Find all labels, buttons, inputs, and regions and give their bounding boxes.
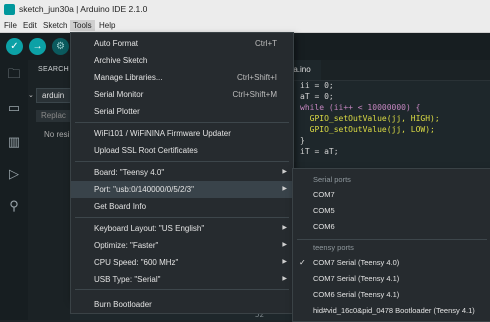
activity-bar: 🗀 ▭ ▥ ▷ ⚲ <box>0 60 28 320</box>
chevron-right-icon: ▶ <box>282 169 287 175</box>
verify-button[interactable]: ✓ <box>6 38 23 55</box>
port-label: COM6 <box>313 222 335 231</box>
port-label: hid#vid_16c0&pid_0478 Bootloader (Teensy… <box>313 306 475 315</box>
menu-edit[interactable]: Edit <box>20 20 40 31</box>
menu-item-label: Upload SSL Root Certificates <box>94 146 198 155</box>
menu-separator <box>75 217 289 218</box>
title-bar: sketch_jun30a | Arduino IDE 2.1.0 <box>0 0 490 19</box>
serial-ports-header: Serial ports <box>313 175 351 184</box>
window-title: sketch_jun30a | Arduino IDE 2.1.0 <box>19 4 148 14</box>
chevron-right-icon: ▶ <box>282 242 287 248</box>
code-line: iT = aT; <box>300 147 339 156</box>
menu-item-manage-libraries[interactable]: Manage Libraries... Ctrl+Shift+I <box>71 69 293 86</box>
port-item-teensy41-com6[interactable]: COM6 Serial (Teensy 4.1) <box>293 287 490 303</box>
library-icon[interactable]: ▥ <box>6 134 22 150</box>
menu-sketch[interactable]: Sketch <box>40 20 70 31</box>
panel-header: SEARCH <box>38 66 69 73</box>
code-line: GPIO_setOutValue(jj, HIGH); <box>300 114 440 123</box>
menu-help[interactable]: Help <box>96 20 118 31</box>
port-item-teensy41-com7[interactable]: COM7 Serial (Teensy 4.1) <box>293 271 490 287</box>
port-submenu: Serial ports COM7 COM5 COM6 teensy ports… <box>292 168 490 322</box>
debug-button[interactable]: ⚙ <box>52 38 69 55</box>
board-manager-icon[interactable]: ▭ <box>6 100 22 116</box>
port-item-com6[interactable]: COM6 <box>293 219 490 235</box>
menu-separator <box>297 239 487 240</box>
menu-separator <box>75 161 289 162</box>
menu-item-firmware-updater[interactable]: WiFi101 / WiFiNINA Firmware Updater <box>71 125 293 142</box>
menu-item-label: Manage Libraries... <box>94 73 163 82</box>
menu-item-label: USB Type: "Serial" <box>94 275 161 284</box>
menu-item-serial-monitor[interactable]: Serial Monitor Ctrl+Shift+M <box>71 86 293 103</box>
debug-icon[interactable]: ▷ <box>6 166 22 182</box>
menu-item-label: WiFi101 / WiFiNINA Firmware Updater <box>94 129 231 138</box>
menu-item-archive-sketch[interactable]: Archive Sketch <box>71 52 293 69</box>
code-line: while (ii++ < 10000000) { <box>300 103 421 112</box>
menu-item-label: Serial Monitor <box>94 90 144 99</box>
menu-item-auto-format[interactable]: Auto Format Ctrl+T <box>71 35 293 52</box>
no-results-text: No resi <box>44 130 70 139</box>
port-item-bootloader[interactable]: hid#vid_16c0&pid_0478 Bootloader (Teensy… <box>293 303 490 319</box>
code-line: ii = 0; <box>300 81 334 90</box>
chevron-right-icon: ▶ <box>282 259 287 265</box>
menu-tools[interactable]: Tools <box>70 20 95 31</box>
port-label: COM7 Serial (Teensy 4.0) <box>313 258 400 267</box>
tools-menu: Auto Format Ctrl+T Archive Sketch Manage… <box>70 32 294 299</box>
chevron-right-icon: ▶ <box>282 186 287 192</box>
chevron-right-icon: ▶ <box>282 225 287 231</box>
menu-item-label: Port: "usb:0/140000/0/5/2/3" <box>94 185 194 194</box>
menu-file[interactable]: File <box>1 20 20 31</box>
menu-item-cpu-speed[interactable]: CPU Speed: "600 MHz" ▶ <box>71 254 293 271</box>
folder-icon[interactable]: 🗀 <box>6 66 22 82</box>
menu-item-label: Burn Bootloader <box>94 300 152 309</box>
code-line: } <box>300 136 305 145</box>
menu-item-serial-plotter[interactable]: Serial Plotter <box>71 103 293 120</box>
menu-separator <box>75 289 289 290</box>
search-panel: SEARCH ⌄ arduin Replac No resi <box>28 60 103 320</box>
menu-item-burn-bootloader[interactable]: Burn Bootloader <box>70 296 294 314</box>
menu-item-label: Get Board Info <box>94 202 147 211</box>
menu-item-label: Serial Plotter <box>94 107 140 116</box>
port-label: COM5 <box>313 206 335 215</box>
code-line: aT = 0; <box>300 92 334 101</box>
port-item-com7[interactable]: COM7 <box>293 187 490 203</box>
menu-item-shortcut: Ctrl+Shift+M <box>232 90 277 99</box>
menu-item-port[interactable]: Port: "usb:0/140000/0/5/2/3" ▶ <box>71 181 293 198</box>
upload-button[interactable]: → <box>29 38 46 55</box>
port-item-com5[interactable]: COM5 <box>293 203 490 219</box>
teensy-ports-header: teensy ports <box>313 243 354 252</box>
menu-item-label: Auto Format <box>94 39 139 48</box>
menu-item-label: Keyboard Layout: "US English" <box>94 224 205 233</box>
port-label: COM6 Serial (Teensy 4.1) <box>313 290 400 299</box>
menu-item-label: Board: "Teensy 4.0" <box>94 168 165 177</box>
port-item-teensy40-com7[interactable]: ✓ COM7 Serial (Teensy 4.0) <box>293 255 490 271</box>
port-label: COM7 <box>313 190 335 199</box>
chevron-right-icon: ▶ <box>282 276 287 282</box>
menu-item-usb-type[interactable]: USB Type: "Serial" ▶ <box>71 271 293 288</box>
menu-item-keyboard-layout[interactable]: Keyboard Layout: "US English" ▶ <box>71 220 293 237</box>
menu-bar: File Edit Sketch Tools Help <box>0 19 490 33</box>
port-label: COM7 Serial (Teensy 4.1) <box>313 274 400 283</box>
menu-item-shortcut: Ctrl+Shift+I <box>236 73 277 82</box>
code-line: GPIO_setOutValue(jj, LOW); <box>300 125 435 134</box>
menu-item-upload-ssl[interactable]: Upload SSL Root Certificates <box>71 142 293 159</box>
menu-item-board[interactable]: Board: "Teensy 4.0" ▶ <box>71 164 293 181</box>
menu-separator <box>75 122 289 123</box>
arduino-logo-icon <box>4 4 15 15</box>
menu-item-label: CPU Speed: "600 MHz" <box>94 258 179 267</box>
search-icon[interactable]: ⚲ <box>6 198 22 214</box>
menu-item-board-info[interactable]: Get Board Info <box>71 198 293 215</box>
checkmark-icon: ✓ <box>299 258 306 267</box>
menu-item-shortcut: Ctrl+T <box>255 39 277 48</box>
menu-item-label: Archive Sketch <box>94 56 148 65</box>
chevron-down-icon[interactable]: ⌄ <box>28 91 34 99</box>
menu-item-optimize[interactable]: Optimize: "Faster" ▶ <box>71 237 293 254</box>
menu-item-label: Optimize: "Faster" <box>94 241 159 250</box>
